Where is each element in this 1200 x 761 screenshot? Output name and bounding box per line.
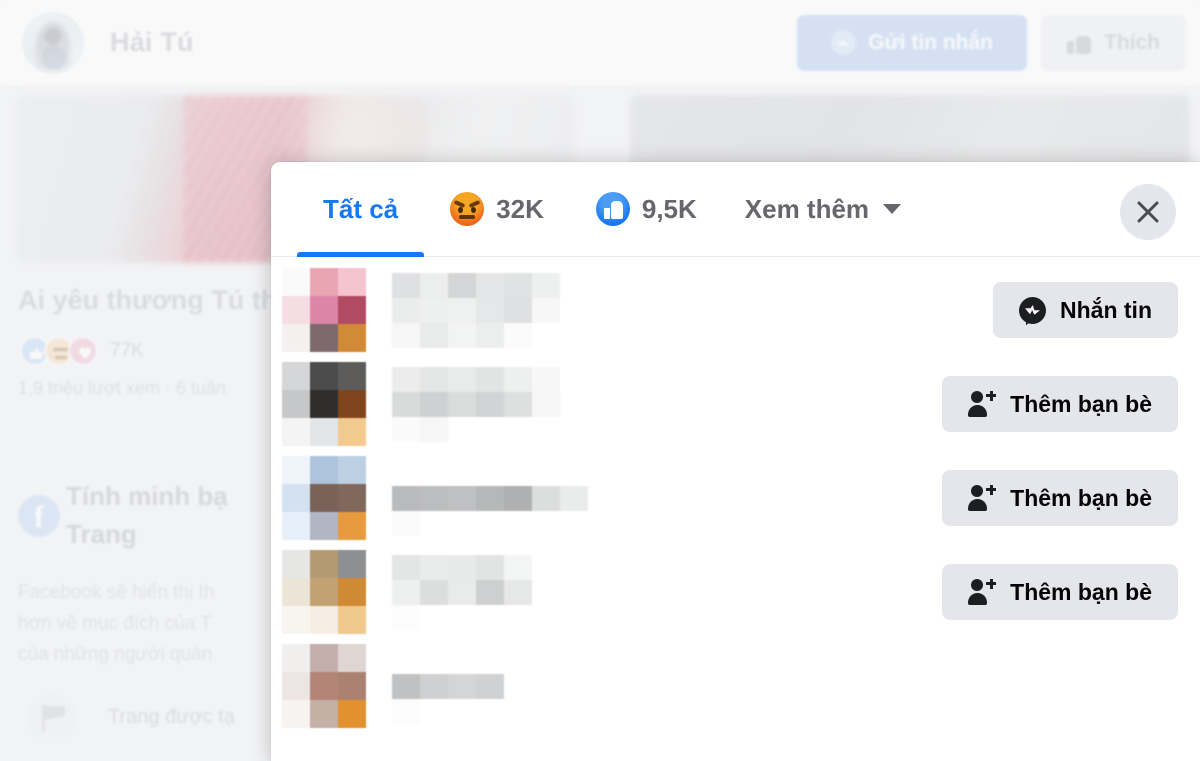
tab-like-count: 9,5K [641,193,697,224]
page-created-label: Trang được tạ [108,706,235,728]
tab-angry[interactable]: 32K [424,162,570,257]
post-meta: 1,9 triệu lượt xem · 6 tuần [18,378,226,398]
transparency-title: Tính minh bạ Trang [66,481,228,549]
send-message-label: Gửi tin nhắn [868,30,993,54]
person-name-redacted [392,273,560,348]
add-friend-button-label: Thêm bạn bè [1010,484,1152,511]
close-button[interactable] [1120,184,1176,240]
add-friend-button[interactable]: Thêm bạn bè [942,376,1178,432]
transparency-body: Facebook sẽ hiển thị th hơn về mục đích … [18,582,215,665]
reactions-people-list: Nhắn tin Thêm bạn bè Thêm bạn bè Thêm bạ… [271,257,1200,761]
add-friend-icon [968,390,997,417]
tab-see-more[interactable]: Xem thêm [723,162,923,257]
close-icon [1137,201,1159,223]
add-friend-icon [968,578,997,605]
message-button-label: Nhắn tin [1060,296,1152,323]
page-title: Hải Tú [110,27,194,57]
messenger-icon [1019,296,1046,324]
reactions-modal: Tất cả 32K 9,5K Xem thêm Nhắn tin Thêm b… [271,162,1200,761]
person-name-redacted [392,649,504,724]
list-item[interactable]: Thêm bạn bè [271,357,1200,451]
person-name-redacted [392,461,588,536]
avatar [282,644,366,728]
list-item[interactable]: Nhắn tin [271,263,1200,357]
list-item[interactable] [271,639,1200,733]
tab-all[interactable]: Tất cả [297,162,425,257]
tab-see-more-label: Xem thêm [744,193,870,224]
love-reaction-icon [68,336,98,366]
tab-all-label: Tất cả [323,193,399,224]
add-friend-button-label: Thêm bạn bè [1010,390,1152,417]
person-name-redacted [392,555,532,630]
facebook-icon: f [18,495,60,537]
person-name-redacted [392,367,560,442]
avatar [282,268,366,352]
add-friend-icon [968,484,997,511]
flag-icon [26,692,78,744]
chevron-down-icon [883,204,902,214]
message-button[interactable]: Nhắn tin [993,282,1178,338]
messenger-icon [831,30,857,55]
list-item[interactable]: Thêm bạn bè [271,451,1200,545]
avatar [282,456,366,540]
modal-tab-bar: Tất cả 32K 9,5K Xem thêm [271,162,1200,257]
list-item[interactable]: Thêm bạn bè [271,545,1200,639]
add-friend-button-label: Thêm bạn bè [1010,578,1152,605]
send-message-button[interactable]: Gửi tin nhắn [797,14,1027,71]
avatar [282,550,366,634]
profile-avatar[interactable] [22,11,84,74]
reaction-count: 77K [110,340,144,361]
add-friend-button[interactable]: Thêm bạn bè [942,564,1178,620]
add-friend-button[interactable]: Thêm bạn bè [942,470,1178,526]
page-root: Hải Tú Gửi tin nhắn Thích Ai yêu thương … [0,0,1200,761]
thumbs-up-icon [1067,31,1091,54]
profile-header: Hải Tú Gửi tin nhắn Thích [0,0,1200,86]
post-title: Ai yêu thương Tú th [18,285,278,315]
like-page-button[interactable]: Thích [1041,14,1186,71]
angry-emoji-icon [450,192,485,226]
post-reaction-summary[interactable]: 77K [20,336,144,366]
tab-angry-count: 32K [496,193,544,224]
avatar [282,362,366,446]
like-page-label: Thích [1104,30,1160,54]
tab-like[interactable]: 9,5K [570,162,723,257]
like-emoji-icon [595,192,630,226]
header-actions: Gửi tin nhắn Thích [797,14,1186,71]
